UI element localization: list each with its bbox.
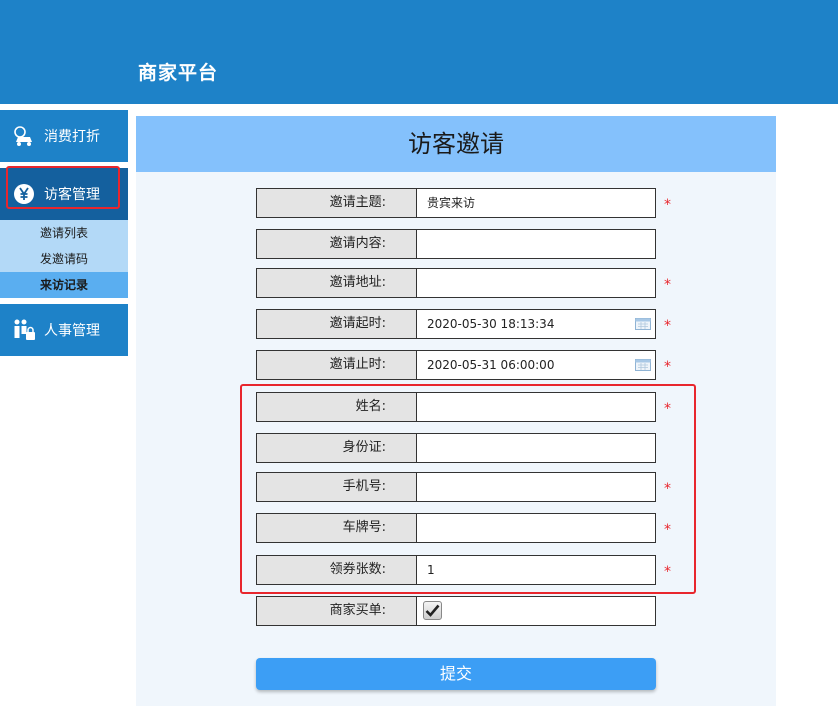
end-time-value: 2020-05-31 06:00:00 [427, 358, 555, 372]
required-mark: * [664, 359, 671, 375]
form-title: 访客邀请 [136, 116, 776, 172]
invite-address-input[interactable] [417, 269, 655, 297]
invite-end-time-input[interactable]: 2020-05-31 06:00:00 [417, 351, 655, 379]
field-invite-content: 邀请内容: [256, 229, 656, 259]
submenu-item-visit-records[interactable]: 来访记录 [0, 272, 128, 298]
field-invite-start-time: 邀请起时: 2020-05-30 18:13:34 [256, 309, 656, 339]
sidebar: 消费打折 访客管理 邀请列表 发邀请码 来访记录 人事管理 [0, 104, 128, 356]
field-label: 邀请起时: [257, 310, 417, 338]
highlight-box-visitor-fields [240, 384, 696, 594]
sidebar-item-label: 人事管理 [44, 323, 100, 339]
people-lock-icon [12, 318, 36, 342]
field-invite-end-time: 邀请止时: 2020-05-31 06:00:00 [256, 350, 656, 380]
platform-title: 商家平台 [138, 62, 219, 84]
invite-start-time-input[interactable]: 2020-05-30 18:13:34 [417, 310, 655, 338]
visitor-submenu: 邀请列表 发邀请码 来访记录 [0, 220, 128, 298]
field-label: 邀请地址: [257, 269, 417, 297]
required-mark: * [664, 277, 671, 293]
invite-subject-input[interactable]: 贵宾来访 [417, 189, 655, 217]
start-time-value: 2020-05-30 18:13:34 [427, 317, 555, 331]
header-bar: 商家平台 [0, 0, 838, 104]
field-merchant-pays: 商家买单: [256, 596, 656, 626]
highlight-box-visitor-menu [6, 166, 120, 209]
sidebar-item-label: 消费打折 [44, 129, 100, 145]
field-invite-address: 邀请地址: [256, 268, 656, 298]
sidebar-item-discount[interactable]: 消费打折 [0, 110, 128, 162]
field-label: 商家买单: [257, 597, 417, 625]
field-label: 邀请主题: [257, 189, 417, 217]
car-discount-icon [12, 124, 36, 148]
submit-button[interactable]: 提交 [256, 658, 656, 690]
required-mark: * [664, 197, 671, 213]
field-invite-subject: 邀请主题: 贵宾来访 [256, 188, 656, 218]
calendar-icon[interactable] [635, 359, 651, 371]
calendar-icon[interactable] [635, 318, 651, 330]
required-mark: * [664, 318, 671, 334]
merchant-pays-checkbox[interactable] [423, 601, 442, 620]
submenu-item-invite-list[interactable]: 邀请列表 [0, 220, 128, 246]
field-label: 邀请内容: [257, 230, 417, 258]
invite-content-input[interactable] [417, 230, 655, 258]
checkmark-icon [425, 604, 440, 617]
sidebar-item-hr-management[interactable]: 人事管理 [0, 304, 128, 356]
merchant-pays-cell [417, 597, 655, 625]
submenu-item-send-invite-code[interactable]: 发邀请码 [0, 246, 128, 272]
field-label: 邀请止时: [257, 351, 417, 379]
